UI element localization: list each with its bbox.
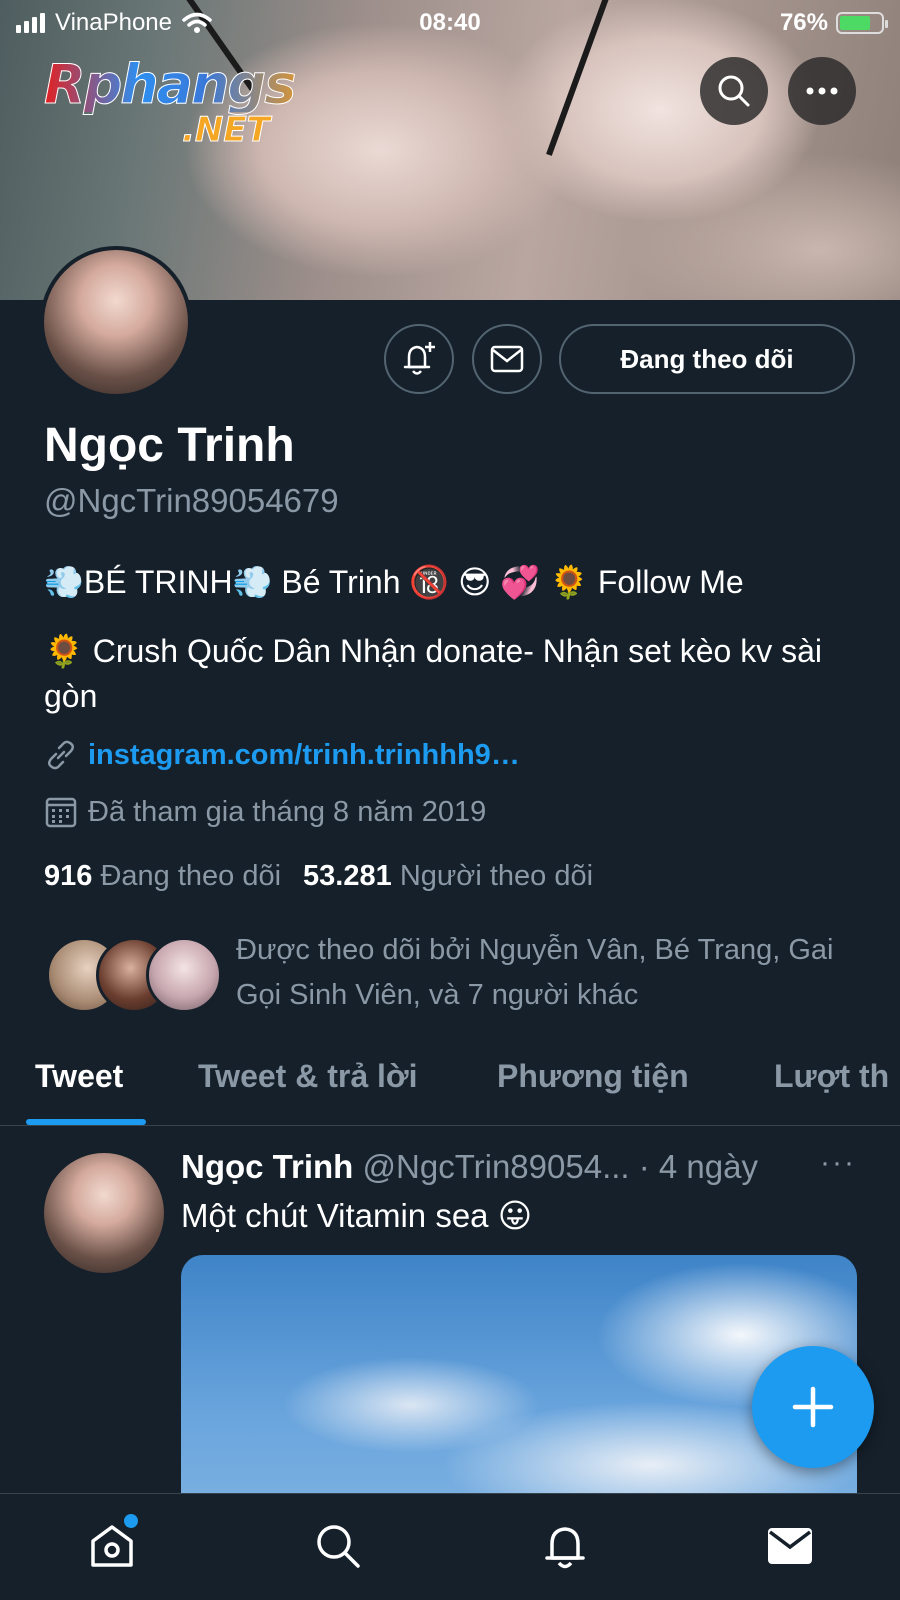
profile-handle: @NgcTrin89054679 xyxy=(44,482,339,519)
carrier-name: VinaPhone xyxy=(55,9,172,36)
plus-icon xyxy=(792,1386,834,1428)
battery-icon xyxy=(836,12,888,34)
tab-tweets[interactable]: Tweet xyxy=(35,1058,123,1095)
profile-tabs: Tweet Tweet & trả lời Phương tiện Lượt t… xyxy=(0,1022,900,1126)
bio-line-1: 💨BÉ TRINH💨 Bé Trinh 🔞 😎 💞 🌻 Follow Me xyxy=(44,564,744,600)
followed-by-text[interactable]: Được theo dõi bởi Nguyễn Vân, Bé Trang, … xyxy=(236,928,876,1018)
tweet-more-button[interactable]: ··· xyxy=(820,1146,856,1180)
following-label: Đang theo dõi xyxy=(100,860,282,892)
search-icon xyxy=(317,1525,360,1568)
battery-percent: 76% xyxy=(779,9,828,36)
notify-button[interactable] xyxy=(384,324,454,394)
mail-icon xyxy=(768,1528,812,1564)
profile-link[interactable]: instagram.com/trinh.trinhhh9… xyxy=(88,739,520,772)
following-count-link[interactable]: 916 Đang theo dõi xyxy=(44,860,281,893)
followers-count-link[interactable]: 53.281 Người theo dõi xyxy=(303,860,593,893)
status-bar: VinaPhone 08:40 76% xyxy=(0,0,900,46)
joined-date: Đã tham gia tháng 8 năm 2019 xyxy=(88,795,487,828)
compose-tweet-button[interactable] xyxy=(752,1346,874,1468)
watermark-domain: .NET xyxy=(182,110,271,151)
status-right: 76% xyxy=(779,9,888,37)
following-button[interactable]: Đang theo dõi xyxy=(559,324,855,394)
tweet-header: Ngọc Trinh @NgcTrin89054... · 4 ngày xyxy=(181,1148,758,1186)
tweet-author-handle: @NgcTrin89054... xyxy=(362,1148,630,1185)
tweet-text: Một chút Vitamin sea 😛 xyxy=(181,1197,533,1234)
watermark-logo: Rphangs .NET xyxy=(44,57,314,153)
mail-icon xyxy=(490,345,524,373)
tweet-author-name[interactable]: Ngọc Trinh xyxy=(181,1148,353,1185)
nav-notifications[interactable] xyxy=(535,1516,595,1576)
mutual-followers-avatars[interactable] xyxy=(46,937,222,1013)
link-icon xyxy=(48,740,74,770)
signal-icon xyxy=(16,13,45,33)
nav-messages[interactable] xyxy=(760,1516,820,1576)
avatar xyxy=(146,937,222,1013)
calendar-icon xyxy=(45,797,77,828)
watermark-text: Rphangs xyxy=(44,57,314,112)
follow-counts: 916 Đang theo dõi 53.281 Người theo dõi xyxy=(44,860,593,893)
profile-bio: 💨BÉ TRINH💨 Bé Trinh 🔞 😎 💞 🌻 Follow Me 🌻 … xyxy=(44,560,864,719)
message-button[interactable] xyxy=(472,324,542,394)
tab-likes[interactable]: Lượt th xyxy=(774,1058,889,1095)
profile-avatar[interactable] xyxy=(40,246,192,398)
profile-link-row[interactable]: instagram.com/trinh.trinhhh9… xyxy=(44,738,520,772)
wifi-icon xyxy=(182,12,212,33)
tab-tweets-replies[interactable]: Tweet & trả lời xyxy=(198,1058,418,1095)
active-tab-indicator xyxy=(26,1119,146,1125)
tweet-time: · 4 ngày xyxy=(629,1148,758,1185)
followers-count: 53.281 xyxy=(303,860,392,892)
nav-home[interactable] xyxy=(82,1514,142,1576)
bio-line-2: 🌻 Crush Quốc Dân Nhận donate- Nhận set k… xyxy=(44,633,823,714)
bell-icon xyxy=(545,1527,585,1569)
status-left: VinaPhone xyxy=(16,9,212,37)
following-count: 916 xyxy=(44,860,93,892)
tab-media[interactable]: Phương tiện xyxy=(497,1058,689,1095)
bell-plus-icon xyxy=(403,342,435,375)
notification-dot xyxy=(124,1514,138,1528)
search-icon xyxy=(718,75,750,107)
bottom-navigation xyxy=(0,1493,900,1600)
profile-name: Ngọc Trinh xyxy=(44,419,295,472)
tweet-avatar[interactable] xyxy=(44,1153,164,1273)
more-icon xyxy=(806,87,838,95)
joined-row: Đã tham gia tháng 8 năm 2019 xyxy=(44,795,486,829)
home-icon xyxy=(91,1525,133,1567)
search-button[interactable] xyxy=(700,57,768,125)
more-options-button[interactable] xyxy=(788,57,856,125)
followers-label: Người theo dõi xyxy=(399,860,594,892)
nav-search[interactable] xyxy=(308,1516,368,1576)
